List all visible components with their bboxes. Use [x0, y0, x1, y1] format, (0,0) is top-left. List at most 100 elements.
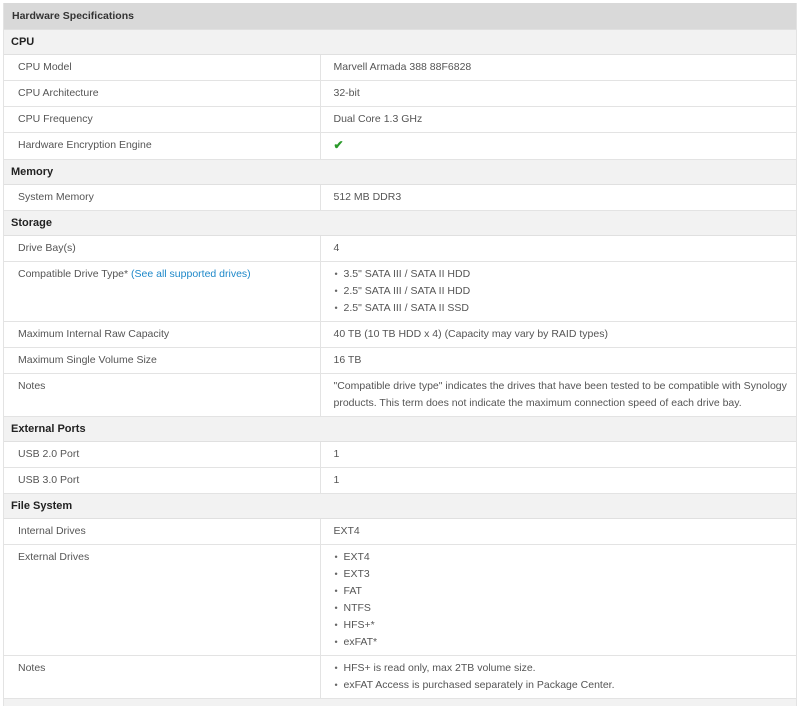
spec-row-maximum-internal-raw-capacity: Maximum Internal Raw Capacity 40 TB (10 T… [4, 321, 796, 348]
spec-row-cpu-architecture: CPU Architecture 32-bit [4, 80, 796, 107]
section-title: Storage [4, 210, 796, 236]
spec-label: External Drives [18, 551, 90, 563]
spec-value: 512 MB DDR3 [333, 191, 402, 203]
section-title: File System [4, 493, 796, 519]
list-item: HFS+ is read only, max 2TB volume size. [334, 660, 797, 677]
see-all-supported-drives-link[interactable]: (See all supported drives) [131, 268, 251, 280]
list-item: NTFS [334, 600, 797, 617]
spec-value-cell: 3.5" SATA III / SATA II HDD2.5" SATA III… [319, 261, 797, 322]
spec-row-maximum-single-volume-size: Maximum Single Volume Size 16 TB [4, 347, 796, 374]
spec-value-cell: EXT4EXT3FATNTFSHFS+*exFAT* [319, 544, 797, 656]
spec-value-cell: 1 [319, 467, 796, 494]
spec-label-cell: Drive Bay(s) [4, 235, 320, 262]
list-item: 3.5" SATA III / SATA II HDD [334, 266, 797, 283]
spec-value-cell: Dual Core 1.3 GHz [319, 106, 796, 133]
spec-label-cell: Internal Drives [4, 518, 320, 545]
spec-label: Maximum Single Volume Size [18, 354, 157, 366]
spec-value-list: EXT4EXT3FATNTFSHFS+*exFAT* [334, 549, 797, 651]
spec-label: Notes [18, 662, 46, 674]
list-item: exFAT Access is purchased separately in … [334, 677, 797, 694]
section-header-external-ports: External Ports [4, 416, 796, 442]
spec-label-cell: Maximum Internal Raw Capacity [4, 321, 320, 348]
spec-value-list: HFS+ is read only, max 2TB volume size.e… [334, 660, 797, 694]
spec-label: CPU Model [18, 61, 72, 73]
spec-row-external-drives: External Drives EXT4EXT3FATNTFSHFS+*exFAT… [4, 544, 797, 656]
spec-row-usb-3-0-port: USB 3.0 Port 1 [4, 467, 796, 494]
spec-row-cpu-frequency: CPU Frequency Dual Core 1.3 GHz [4, 106, 796, 133]
list-item: EXT4 [334, 549, 797, 566]
spec-label: USB 3.0 Port [18, 474, 80, 486]
spec-value-cell: 4 [319, 235, 796, 262]
spec-label-cell: CPU Model [4, 54, 320, 81]
spec-value-cell: 16 TB [319, 347, 796, 374]
spec-label-cell: System Memory [4, 184, 320, 211]
list-item: 2.5" SATA III / SATA II HDD [334, 283, 797, 300]
table-title: Hardware Specifications [4, 3, 796, 30]
section-title: CPU [4, 29, 796, 55]
spec-row-usb-2-0-port: USB 2.0 Port 1 [4, 441, 796, 468]
list-item: FAT [334, 583, 797, 600]
hardware-specifications-table: Hardware Specifications CPU CPU Model Marv… [3, 3, 797, 706]
table-header: Hardware Specifications [4, 3, 796, 30]
spec-label-cell: Maximum Single Volume Size [4, 347, 320, 374]
spec-row-system-memory: System Memory 512 MB DDR3 [4, 184, 796, 211]
spec-label: Compatible Drive Type* [18, 268, 129, 280]
spec-row-compatible-drive-type: Compatible Drive Type* (See all supporte… [4, 261, 797, 322]
spec-value: 1 [333, 474, 340, 486]
spec-label-cell: External Drives [4, 544, 320, 656]
section-title: External Ports [4, 416, 796, 442]
spec-value: 16 TB [333, 354, 362, 366]
list-item: exFAT* [334, 634, 797, 651]
spec-label: Internal Drives [18, 525, 86, 537]
spec-label-cell: Compatible Drive Type* (See all supporte… [4, 261, 320, 322]
spec-label: Hardware Encryption Engine [18, 139, 152, 151]
spec-value-cell: 512 MB DDR3 [319, 184, 796, 211]
spec-label: CPU Frequency [18, 113, 93, 125]
section-header-cpu: CPU [4, 29, 796, 55]
list-item: EXT3 [334, 566, 797, 583]
spec-row-drive-bay-s: Drive Bay(s) 4 [4, 235, 796, 262]
spec-value: 4 [333, 242, 340, 254]
spec-label: Notes [18, 380, 46, 392]
section-header-storage: Storage [4, 210, 796, 236]
spec-row-cpu-model: CPU Model Marvell Armada 388 88F6828 [4, 54, 796, 81]
spec-value-cell: 32-bit [319, 80, 796, 107]
spec-row-notes: Notes "Compatible drive type" indicates t… [4, 373, 796, 417]
spec-label-cell: Hardware Encryption Engine [4, 132, 320, 160]
spec-row-notes: Notes HFS+ is read only, max 2TB volume s… [4, 655, 797, 699]
spec-value: Dual Core 1.3 GHz [333, 113, 423, 125]
spec-label-cell: USB 2.0 Port [4, 441, 320, 468]
spec-label: Drive Bay(s) [18, 242, 76, 254]
spec-value-cell: "Compatible drive type" indicates the dr… [319, 373, 796, 417]
section-title: Memory [4, 159, 796, 185]
spec-value: EXT4 [333, 525, 360, 537]
spec-value-cell: 40 TB (10 TB HDD x 4) (Capacity may vary… [319, 321, 796, 348]
spec-label: System Memory [18, 191, 94, 203]
spec-label-cell: Notes [4, 655, 320, 699]
spec-value: 40 TB (10 TB HDD x 4) (Capacity may vary… [333, 328, 608, 340]
spec-label-cell: CPU Architecture [4, 80, 320, 107]
spec-label: CPU Architecture [18, 87, 99, 99]
spec-value: 32-bit [333, 87, 360, 99]
spec-row-hardware-encryption-engine: Hardware Encryption Engine ✔ [4, 132, 796, 160]
spec-value-cell: HFS+ is read only, max 2TB volume size.e… [319, 655, 797, 699]
spec-label-cell: USB 3.0 Port [4, 467, 320, 494]
spec-value-cell: 1 [319, 441, 796, 468]
spec-value-cell: EXT4 [319, 518, 796, 545]
spec-value: "Compatible drive type" indicates the dr… [333, 380, 787, 409]
spec-row-internal-drives: Internal Drives EXT4 [4, 518, 796, 545]
section-header-file-system: File System [4, 493, 796, 519]
list-item: HFS+* [334, 617, 797, 634]
spec-label-cell: Notes [4, 373, 320, 417]
spec-value: Marvell Armada 388 88F6828 [333, 61, 472, 73]
spec-value: 1 [333, 448, 340, 460]
section-header-memory: Memory [4, 159, 796, 185]
spec-value-cell: Marvell Armada 388 88F6828 [319, 54, 796, 81]
spec-label: USB 2.0 Port [18, 448, 80, 460]
spec-value-cell: ✔ [319, 132, 796, 160]
spec-value-list: 3.5" SATA III / SATA II HDD2.5" SATA III… [334, 266, 797, 317]
spec-label-cell: CPU Frequency [4, 106, 320, 133]
checkmark-icon: ✔ [333, 138, 344, 152]
spec-label: Maximum Internal Raw Capacity [18, 328, 170, 340]
list-item: 2.5" SATA III / SATA II SSD [334, 300, 797, 317]
